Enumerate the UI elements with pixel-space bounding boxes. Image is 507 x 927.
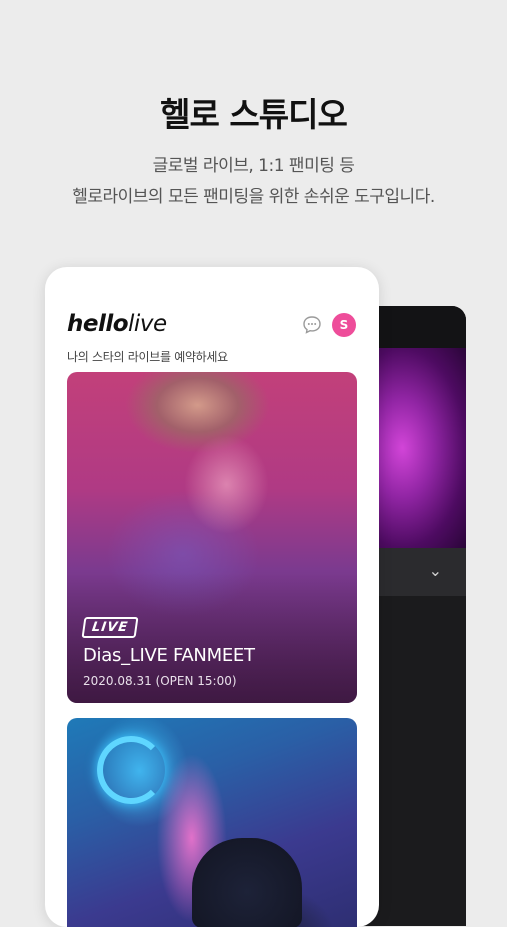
event-card[interactable] xyxy=(67,718,357,927)
profile-avatar[interactable]: S xyxy=(332,313,356,337)
neon-sign-image xyxy=(97,736,165,804)
event-title: Dias_LIVE FANMEET xyxy=(83,645,255,666)
live-badge: LIVE xyxy=(81,617,139,638)
promo-subtitle-line1: 글로벌 라이브, 1:1 팬미팅 등 xyxy=(152,156,355,176)
chevron-down-icon[interactable]: ⌄ xyxy=(429,561,442,580)
logo-bold: hello xyxy=(67,311,129,337)
tagline: 나의 스타의 라이브를 예약하세요 xyxy=(67,350,228,364)
logo-light: live xyxy=(128,311,167,337)
live-event-card[interactable]: LIVE Dias_LIVE FANMEET 2020.08.31 (OPEN … xyxy=(67,372,357,703)
event-date: 2020.08.31 (OPEN 15:00) xyxy=(83,674,237,688)
promo-subtitle-line2: 헬로라이브의 모든 팬미팅을 위한 손쉬운 도구입니다. xyxy=(72,187,435,207)
chat-icon[interactable] xyxy=(302,315,322,335)
hellolive-logo: hellolive xyxy=(67,311,167,337)
phone-screen: hellolive S 나의 스타의 라이브를 예약하세요 LIVE Dias_… xyxy=(45,267,379,927)
promo-headline: 헬로 스튜디오 xyxy=(160,95,348,134)
card-photo-subject xyxy=(192,838,302,927)
